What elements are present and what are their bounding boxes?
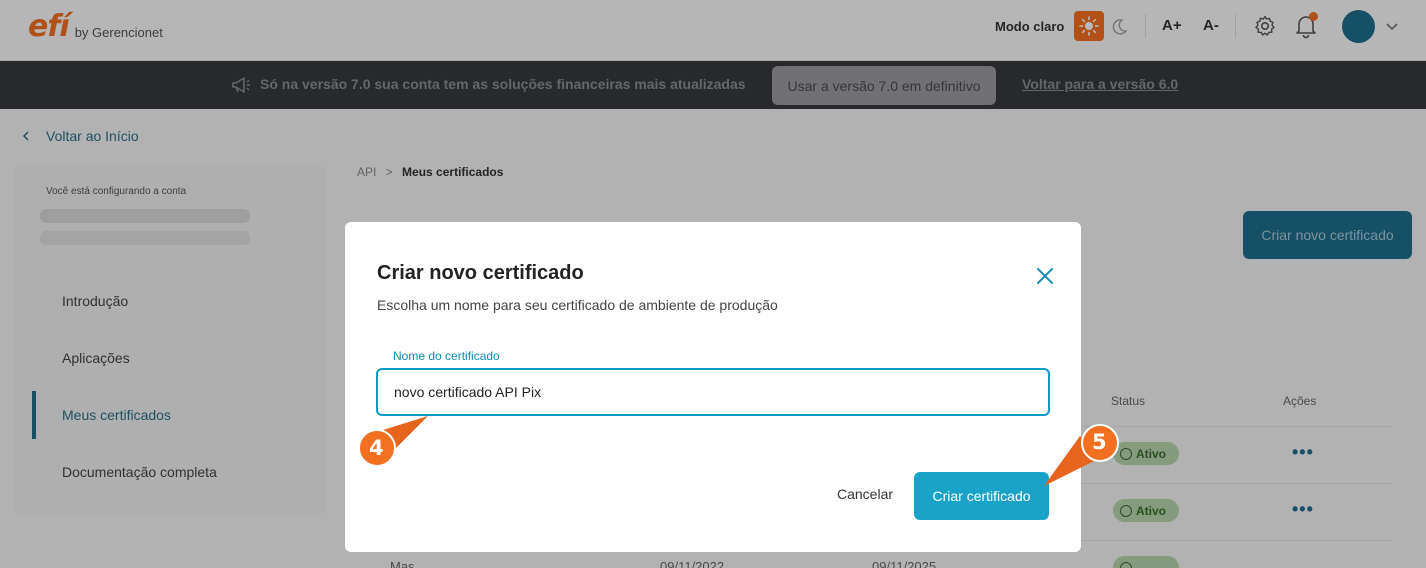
create-certificate-button[interactable]: Criar certificado (914, 472, 1049, 520)
step-callout-4: 4 (356, 416, 432, 468)
close-button[interactable] (1033, 264, 1057, 288)
step-callout-5: 5 (1040, 424, 1124, 490)
callout-pointer-icon (1044, 424, 1119, 486)
dialog-subtitle: Escolha um nome para seu certificado de … (377, 297, 778, 313)
close-icon (1037, 268, 1053, 284)
certificate-name-input[interactable] (376, 368, 1050, 416)
callout-number: 5 (1092, 430, 1107, 454)
create-certificate-dialog: Criar novo certificado Escolha um nome p… (345, 222, 1081, 552)
callout-pointer-icon (358, 416, 428, 467)
certificate-name-label: Nome do certificado (393, 349, 500, 363)
cancel-button[interactable]: Cancelar (825, 473, 905, 515)
callout-number: 4 (369, 436, 384, 460)
dialog-title: Criar novo certificado (377, 262, 584, 284)
